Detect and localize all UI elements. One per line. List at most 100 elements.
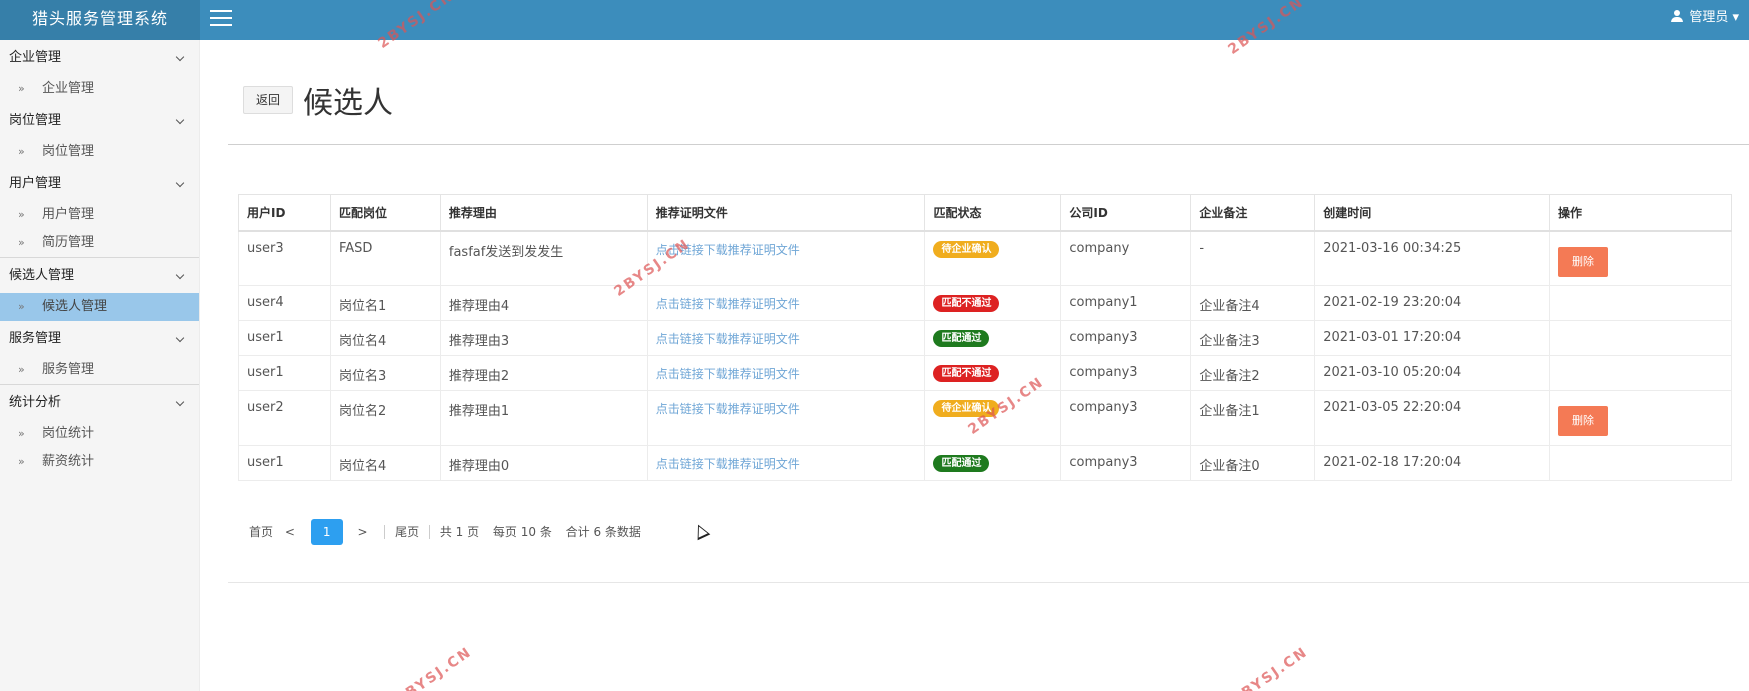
sidebar-item-company[interactable]: » 企业管理 <box>0 75 199 103</box>
status-badge: 匹配通过 <box>933 455 990 472</box>
table-row: user1 岗位名3 推荐理由2 点击链接下载推荐证明文件 匹配不通过 comp… <box>238 355 1732 391</box>
cell-reason: fasfaf发送到发发生 <box>439 230 648 286</box>
table-row: user1 岗位名4 推荐理由3 点击链接下载推荐证明文件 匹配通过 compa… <box>238 320 1732 356</box>
cell-reason: 推荐理由2 <box>439 355 648 391</box>
menu-toggle-icon[interactable] <box>210 10 232 28</box>
download-file-link[interactable]: 点击链接下载推荐证明文件 <box>656 457 800 471</box>
user-icon <box>1671 10 1684 22</box>
cell-created: 2021-02-19 23:20:04 <box>1314 285 1551 321</box>
column-header: 公司ID <box>1060 194 1192 232</box>
delete-button[interactable]: 删除 <box>1558 246 1609 277</box>
sidebar-item-jobs[interactable]: » 岗位管理 <box>0 138 199 166</box>
current-page-button[interactable]: 1 <box>310 518 343 545</box>
sidebar: 企业管理 » 企业管理 岗位管理 » 岗位管理 用户管理 » 用户管理 » 简历管理 候… <box>0 40 200 691</box>
cell-user-id: user2 <box>238 390 331 446</box>
total-records-text: 合计 6 条数据 <box>565 524 641 539</box>
nav-group-head-jobs[interactable]: 岗位管理 <box>0 103 199 138</box>
pager-divider <box>429 524 430 539</box>
cell-action: 删除 <box>1549 230 1732 286</box>
column-header: 企业备注 <box>1190 194 1316 232</box>
delete-button[interactable]: 删除 <box>1558 406 1609 436</box>
mouse-cursor-icon <box>691 521 711 541</box>
download-file-link[interactable]: 点击链接下载推荐证明文件 <box>656 402 800 416</box>
cell-company: company3 <box>1060 320 1192 356</box>
cell-user-id: user1 <box>238 355 331 391</box>
total-pages-text: 共 1 页 <box>439 524 480 539</box>
column-header: 推荐证明文件 <box>646 194 926 232</box>
column-header: 用户ID <box>238 194 331 232</box>
cell-action: 删除 <box>1549 390 1732 446</box>
chevron-down-icon <box>175 397 185 407</box>
double-chevron-icon: » <box>18 145 25 158</box>
sidebar-item-job-stats[interactable]: » 岗位统计 <box>0 420 199 448</box>
column-header: 匹配岗位 <box>329 194 441 232</box>
table-header-row: 用户ID 匹配岗位 推荐理由 推荐证明文件 匹配状态 公司ID 企业备注 创建时… <box>238 194 1732 232</box>
cell-created: 2021-03-10 05:20:04 <box>1314 355 1551 391</box>
app-title[interactable]: 猎头服务管理系统 <box>0 0 200 40</box>
nav-group-services: 服务管理 » 服务管理 <box>0 321 199 384</box>
double-chevron-icon: » <box>18 427 25 440</box>
sidebar-item-resumes[interactable]: » 简历管理 <box>0 229 199 257</box>
cell-job: FASD <box>329 230 441 286</box>
sidebar-item-candidates[interactable]: » 候选人管理 <box>0 293 199 321</box>
cell-created: 2021-03-01 17:20:04 <box>1314 320 1551 356</box>
chevron-down-icon <box>175 333 185 343</box>
caret-down-icon: ▾ <box>1732 10 1739 25</box>
cell-remark: 企业备注4 <box>1190 285 1316 321</box>
download-file-link[interactable]: 点击链接下载推荐证明文件 <box>656 332 800 346</box>
cell-status: 待企业确认 <box>924 230 1062 286</box>
back-button[interactable]: 返回 <box>243 86 293 114</box>
cell-created: 2021-02-18 17:20:04 <box>1314 445 1551 481</box>
nav-group-head-candidates[interactable]: 候选人管理 <box>0 258 199 293</box>
nav-group-head-users[interactable]: 用户管理 <box>0 166 199 201</box>
double-chevron-icon: » <box>18 236 25 249</box>
user-menu[interactable]: 管理员 ▾ <box>1671 0 1739 36</box>
first-page-link[interactable]: 首页 <box>249 519 273 545</box>
cell-company: company3 <box>1060 390 1192 446</box>
pagination: 首页 < 1 > 尾页 共 1 页 每页 10 条 合计 6 条数据 <box>249 518 641 545</box>
cell-remark: 企业备注0 <box>1190 445 1316 481</box>
last-page-link[interactable]: 尾页 <box>395 519 419 545</box>
chevron-down-icon <box>175 115 185 125</box>
nav-group-candidates: 候选人管理 » 候选人管理 <box>0 258 199 321</box>
column-header: 创建时间 <box>1314 194 1551 232</box>
sidebar-item-salary-stats[interactable]: » 薪资统计 <box>0 448 199 476</box>
double-chevron-icon: » <box>18 82 25 95</box>
cell-reason: 推荐理由0 <box>439 445 648 481</box>
cell-company: company3 <box>1060 355 1192 391</box>
nav-group-users: 用户管理 » 用户管理 » 简历管理 <box>0 166 199 257</box>
cell-status: 匹配通过 <box>924 320 1062 356</box>
nav-group-head-stats[interactable]: 统计分析 <box>0 385 199 420</box>
chevron-down-icon <box>175 270 185 280</box>
cell-job: 岗位名2 <box>329 390 441 446</box>
double-chevron-icon: » <box>18 300 25 313</box>
sidebar-item-users[interactable]: » 用户管理 <box>0 201 199 229</box>
cell-job: 岗位名4 <box>329 320 441 356</box>
cell-action <box>1549 285 1732 321</box>
pager-divider <box>384 524 386 539</box>
column-header: 推荐理由 <box>439 194 648 232</box>
status-badge: 匹配不通过 <box>933 295 1000 312</box>
next-page-link[interactable]: > <box>351 519 375 545</box>
download-file-link[interactable]: 点击链接下载推荐证明文件 <box>656 297 800 311</box>
cell-action <box>1549 445 1732 481</box>
nav-group-stats: 统计分析 » 岗位统计 » 薪资统计 <box>0 385 199 476</box>
nav-group-head-company[interactable]: 企业管理 <box>0 40 199 75</box>
table-row: user3 FASD fasfaf发送到发发生 点击链接下载推荐证明文件 待企业… <box>238 230 1732 286</box>
prev-page-link[interactable]: < <box>277 519 303 545</box>
cell-job: 岗位名3 <box>329 355 441 391</box>
per-page-text: 每页 10 条 <box>492 524 552 539</box>
column-header: 操作 <box>1549 194 1732 232</box>
double-chevron-icon: » <box>18 363 25 376</box>
cell-file: 点击链接下载推荐证明文件 <box>646 285 926 321</box>
cell-remark: 企业备注1 <box>1190 390 1316 446</box>
nav-group-head-services[interactable]: 服务管理 <box>0 321 199 356</box>
cell-user-id: user3 <box>238 230 331 286</box>
download-file-link[interactable]: 点击链接下载推荐证明文件 <box>656 367 800 381</box>
cell-remark: 企业备注3 <box>1190 320 1316 356</box>
cell-file: 点击链接下载推荐证明文件 <box>646 230 926 286</box>
sidebar-item-services[interactable]: » 服务管理 <box>0 356 199 384</box>
cell-job: 岗位名1 <box>329 285 441 321</box>
candidates-table: 用户ID 匹配岗位 推荐理由 推荐证明文件 匹配状态 公司ID 企业备注 创建时… <box>238 194 1732 481</box>
page-title: 候选人 <box>303 86 393 121</box>
